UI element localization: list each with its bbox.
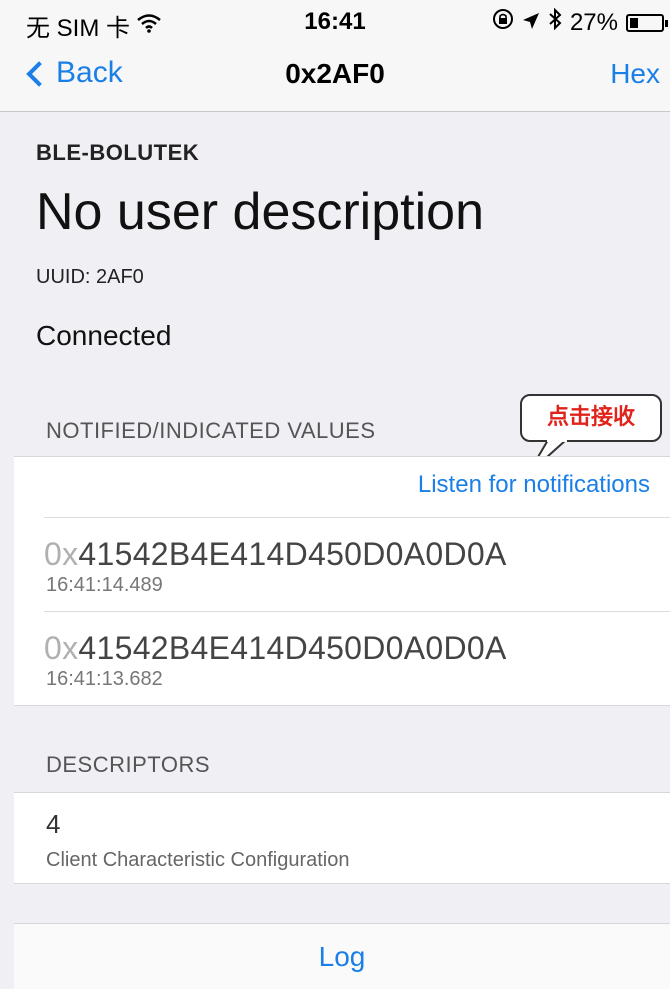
user-description: No user description bbox=[36, 183, 484, 241]
value-prefix: 0x bbox=[44, 630, 79, 666]
descriptors-header: DESCRIPTORS bbox=[46, 752, 211, 777]
bluetooth-icon bbox=[548, 7, 562, 37]
notified-values-header: NOTIFIED/INDICATED VALUES bbox=[46, 418, 376, 443]
notified-values-panel: Listen for notifications 0x41542B4E414D4… bbox=[14, 456, 670, 706]
value-text: 0x41542B4E414D450D0A0D0A bbox=[44, 536, 507, 573]
list-item[interactable]: 0x41542B4E414D450D0A0D0A 16:41:14.489 bbox=[44, 517, 670, 613]
annotation-callout: 点击接收 bbox=[520, 394, 662, 442]
status-bar: 无 SIM 卡 16:41 27% bbox=[0, 0, 670, 44]
status-right: 27% bbox=[492, 7, 668, 37]
log-label: Log bbox=[318, 941, 366, 972]
descriptor-label: Client Characteristic Configuration bbox=[46, 849, 350, 871]
rotation-lock-icon bbox=[492, 8, 514, 37]
descriptor-item[interactable]: 4 Client Characteristic Configuration bbox=[14, 792, 670, 884]
log-button[interactable]: Log bbox=[14, 923, 670, 989]
listen-notifications-button[interactable]: Listen for notifications bbox=[418, 471, 650, 499]
value-text: 0x41542B4E414D450D0A0D0A bbox=[44, 630, 507, 667]
location-icon bbox=[522, 9, 540, 37]
value-hex: 41542B4E414D450D0A0D0A bbox=[78, 536, 507, 572]
page-title: 0x2AF0 bbox=[285, 58, 385, 89]
list-item[interactable]: 0x41542B4E414D450D0A0D0A 16:41:13.682 bbox=[44, 611, 670, 707]
device-name: BLE-BOLUTEK bbox=[36, 140, 200, 165]
battery-fill bbox=[630, 17, 639, 28]
connection-status: Connected bbox=[36, 320, 172, 351]
value-prefix: 0x bbox=[44, 536, 79, 572]
value-timestamp: 16:41:13.682 bbox=[46, 668, 163, 690]
battery-percent: 27% bbox=[569, 8, 618, 36]
descriptor-number: 4 bbox=[46, 809, 61, 839]
battery-icon bbox=[626, 13, 668, 32]
hex-button[interactable]: Hex bbox=[610, 58, 660, 90]
navigation-bar: Back 0x2AF0 Hex bbox=[0, 44, 670, 112]
value-timestamp: 16:41:14.489 bbox=[46, 574, 163, 596]
uuid-label: UUID: 2AF0 bbox=[36, 266, 144, 288]
value-hex: 41542B4E414D450D0A0D0A bbox=[78, 630, 507, 666]
